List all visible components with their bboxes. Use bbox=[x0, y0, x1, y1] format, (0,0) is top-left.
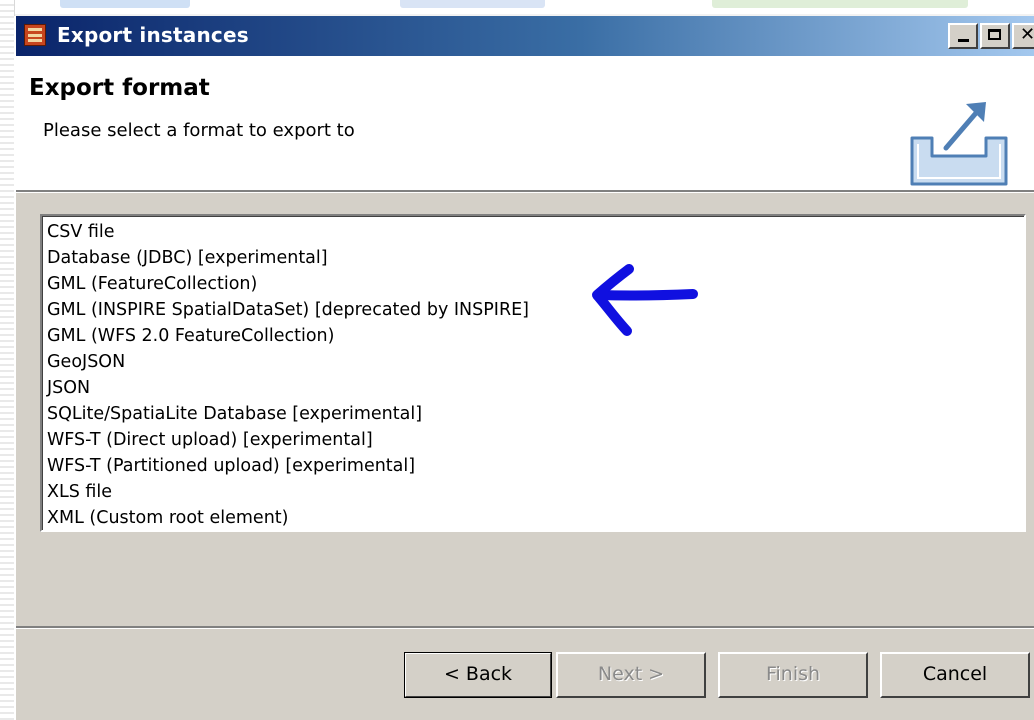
app-icon bbox=[24, 24, 46, 46]
list-item[interactable]: GML (INSPIRE SpatialDataSet) [deprecated… bbox=[47, 297, 529, 323]
footer-separator bbox=[16, 626, 1034, 629]
list-item[interactable]: GML (FeatureCollection) bbox=[47, 271, 257, 297]
header-separator bbox=[16, 190, 1034, 193]
wizard-header: Export format Please select a format to … bbox=[16, 56, 1034, 190]
list-item[interactable]: WFS-T (Direct upload) [experimental] bbox=[47, 427, 373, 453]
title-bar[interactable]: Export instances ✕ bbox=[16, 16, 1034, 56]
list-item[interactable]: JSON bbox=[47, 375, 90, 401]
background-fragment bbox=[400, 0, 545, 8]
format-list[interactable]: CSV file Database (JDBC) [experimental] … bbox=[40, 214, 1026, 532]
finish-button[interactable]: Finish bbox=[718, 652, 868, 698]
export-icon bbox=[910, 102, 1008, 186]
background-window-edge bbox=[0, 0, 15, 720]
background-window-strip bbox=[0, 0, 1034, 14]
list-item[interactable]: GeoJSON bbox=[47, 349, 125, 375]
background-fragment bbox=[60, 0, 190, 8]
list-item[interactable]: SQLite/SpatiaLite Database [experimental… bbox=[47, 401, 422, 427]
list-item[interactable]: Database (JDBC) [experimental] bbox=[47, 245, 328, 271]
next-button[interactable]: Next > bbox=[556, 652, 706, 698]
background-fragment bbox=[712, 0, 968, 8]
maximize-button[interactable] bbox=[980, 23, 1010, 49]
list-item[interactable]: GML (WFS 2.0 FeatureCollection) bbox=[47, 323, 334, 349]
export-instances-dialog: Export instances ✕ Export format Please … bbox=[14, 16, 1034, 720]
minimize-button[interactable] bbox=[948, 23, 978, 49]
screenshot: Export instances ✕ Export format Please … bbox=[0, 0, 1034, 720]
window-title: Export instances bbox=[57, 23, 249, 47]
format-list-inner: CSV file Database (JDBC) [experimental] … bbox=[42, 216, 1024, 530]
blue-arrow-annotation bbox=[592, 264, 698, 336]
list-item[interactable]: CSV file bbox=[47, 219, 115, 245]
list-item[interactable]: XLS file bbox=[47, 479, 112, 505]
list-item[interactable]: XML (Custom root element) bbox=[47, 505, 288, 530]
close-button[interactable]: ✕ bbox=[1012, 23, 1034, 49]
list-item[interactable]: WFS-T (Partitioned upload) [experimental… bbox=[47, 453, 415, 479]
cancel-button[interactable]: Cancel bbox=[880, 652, 1030, 698]
back-button[interactable]: < Back bbox=[404, 652, 552, 698]
close-icon: ✕ bbox=[1020, 24, 1034, 45]
page-title: Export format bbox=[29, 75, 210, 101]
page-description: Please select a format to export to bbox=[43, 120, 355, 141]
